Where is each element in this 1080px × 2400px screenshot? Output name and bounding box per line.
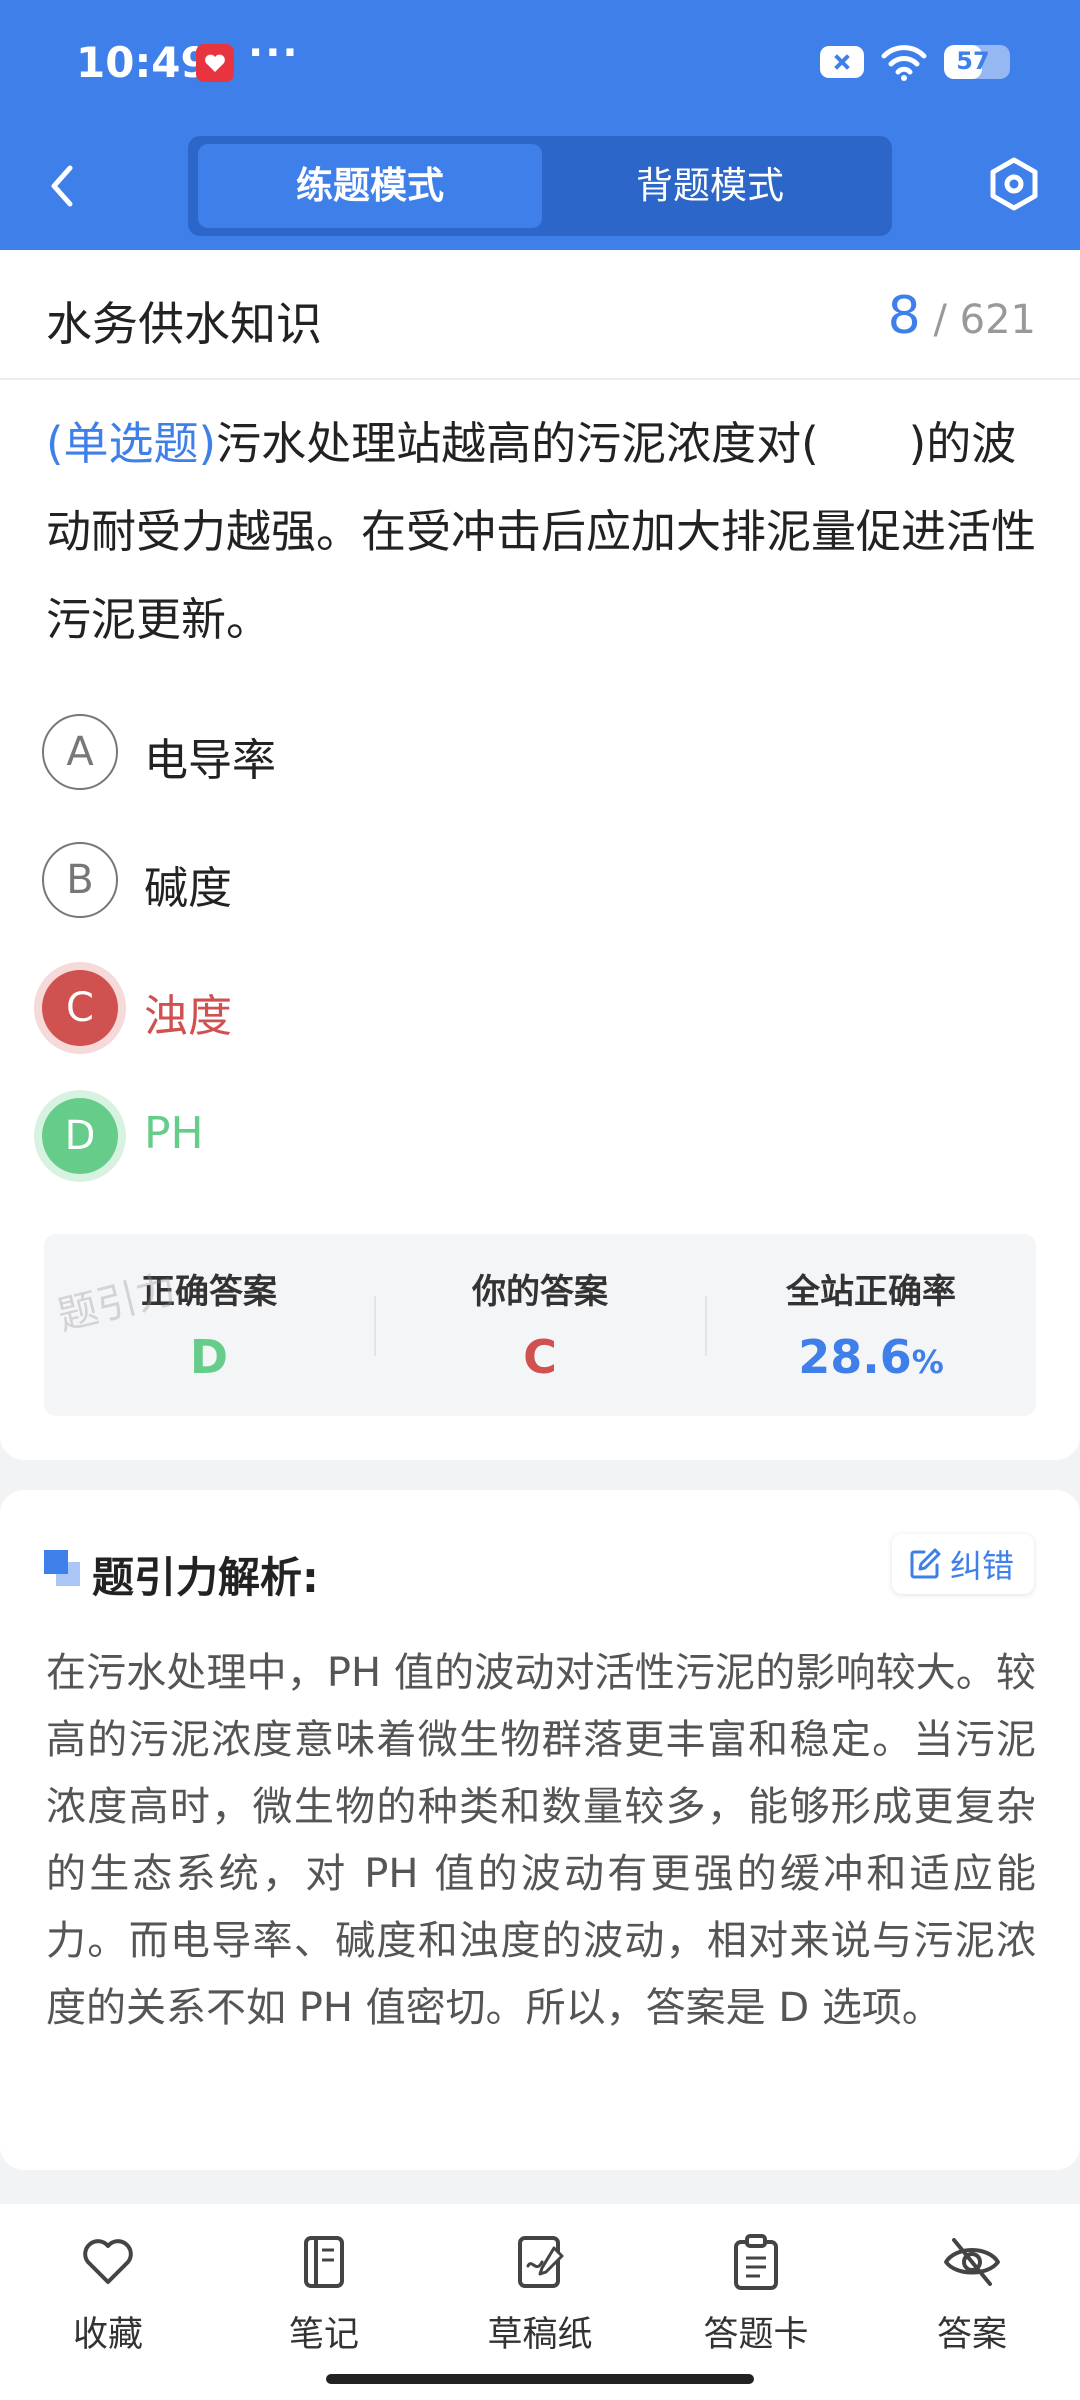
your-answer-stat: 你的答案 C — [375, 1234, 705, 1416]
draft-paper-label: 草稿纸 — [487, 2315, 593, 2355]
answer-sheet-button[interactable]: 答题卡 — [666, 2224, 846, 2355]
question-type: (单选题) — [46, 417, 217, 470]
accuracy-number: 28.6 — [798, 1330, 912, 1384]
correct-answer-value: D — [189, 1330, 229, 1384]
question-progress: 8 / 621 — [888, 286, 1036, 346]
bottom-toolbar: 收藏 笔记 草稿纸 答题卡 答案 — [0, 2204, 1080, 2400]
status-indicators: 57 — [820, 42, 1010, 82]
mobile-data-off-icon — [820, 46, 864, 78]
heart-icon — [83, 2239, 133, 2284]
your-answer-label: 你的答案 — [472, 1272, 608, 1312]
app-header: 10:49 ··· 57 练题模式 背题模式 — [0, 0, 1080, 250]
favorite-button[interactable]: 收藏 — [18, 2224, 198, 2355]
topic-title: 水务供水知识 — [46, 297, 322, 351]
notification-app-icon — [196, 44, 234, 82]
option-d[interactable]: D PH — [42, 1098, 942, 1184]
eye-off-icon — [944, 2238, 1000, 2286]
option-letter: C — [42, 970, 118, 1046]
draft-paper-button[interactable]: 草稿纸 — [450, 2224, 630, 2355]
option-c[interactable]: C 浊度 — [42, 970, 942, 1056]
nav-bar: 练题模式 背题模式 — [0, 130, 1080, 242]
analysis-header: 题引力解析: — [44, 1538, 644, 1602]
show-answer-button[interactable]: 答案 — [882, 2224, 1062, 2355]
report-error-label: 纠错 — [949, 1547, 1014, 1585]
accuracy-unit: % — [911, 1343, 944, 1381]
option-text: 电导率 — [144, 735, 276, 786]
topic-header: 水务供水知识 8 / 621 — [0, 250, 1080, 380]
status-bar: 10:49 ··· 57 — [0, 0, 1080, 120]
accuracy-label: 全站正确率 — [786, 1272, 956, 1312]
option-letter: A — [42, 714, 118, 790]
more-notifications-icon: ··· — [248, 30, 300, 76]
tab-memorize-mode[interactable]: 背题模式 — [538, 144, 882, 228]
option-text: 碱度 — [144, 863, 232, 914]
notes-button[interactable]: 笔记 — [234, 2224, 414, 2355]
tab-practice-mode[interactable]: 练题模式 — [198, 144, 542, 228]
total-question-count: 621 — [959, 297, 1036, 343]
analysis-title: 题引力解析: — [92, 1553, 319, 1602]
option-letter: B — [42, 842, 118, 918]
current-question-number: 8 — [887, 286, 921, 346]
show-answer-label: 答案 — [936, 2315, 1007, 2355]
accuracy-stat: 全站正确率 28.6% — [706, 1234, 1036, 1416]
option-text: 浊度 — [144, 991, 232, 1042]
draft-paper-icon — [518, 2236, 564, 2288]
option-text: PH — [144, 1108, 204, 1159]
notes-label: 笔记 — [288, 2315, 359, 2355]
back-button[interactable] — [36, 158, 92, 214]
wifi-icon — [881, 45, 927, 81]
edit-icon — [910, 1548, 941, 1579]
accuracy-value: 28.6% — [706, 1330, 1036, 1384]
battery-icon: 57 — [944, 45, 1010, 79]
analysis-card: 题引力解析: 纠错 在污水处理中，PH 值的波动对活性污泥的影响较大。较高的污泥… — [0, 1490, 1080, 2170]
analysis-text: 在污水处理中，PH 值的波动对活性污泥的影响较大。较高的污泥浓度意味着微生物群落… — [46, 1650, 1036, 2031]
answer-stats: 正确答案 D 你的答案 C 全站正确率 28.6% — [44, 1234, 1036, 1416]
battery-percent: 57 — [956, 47, 990, 75]
option-a[interactable]: A 电导率 — [42, 714, 942, 800]
clipboard-icon — [734, 2234, 778, 2290]
settings-icon[interactable] — [984, 154, 1044, 214]
status-time: 10:49 — [76, 38, 210, 87]
question-stem: (单选题)污水处理站越高的污泥浓度对( )的波动耐受力越强。在受冲击后应加大排泥… — [46, 400, 1036, 664]
progress-separator: / — [933, 297, 947, 343]
section-marker-icon — [44, 1550, 82, 1588]
option-b[interactable]: B 碱度 — [42, 842, 942, 928]
mode-switch: 练题模式 背题模式 — [188, 136, 892, 236]
notebook-icon — [304, 2236, 344, 2288]
home-indicator[interactable] — [326, 2374, 754, 2384]
option-letter: D — [42, 1098, 118, 1174]
question-card: 水务供水知识 8 / 621 (单选题)污水处理站越高的污泥浓度对( )的波动耐… — [0, 250, 1080, 1460]
answer-sheet-label: 答题卡 — [703, 2315, 809, 2355]
your-answer-value: C — [523, 1330, 557, 1384]
favorite-label: 收藏 — [72, 2315, 143, 2355]
report-error-button[interactable]: 纠错 — [891, 1534, 1034, 1594]
